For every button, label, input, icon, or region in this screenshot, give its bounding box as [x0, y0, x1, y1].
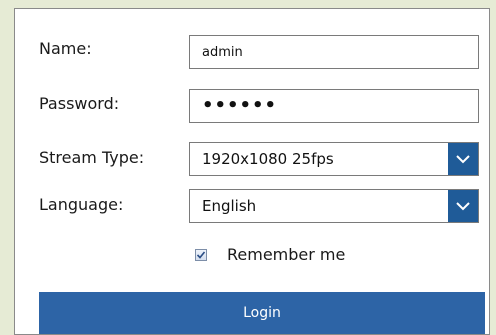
checkmark-icon: [196, 250, 206, 259]
name-label: Name:: [39, 39, 92, 58]
language-value: English: [202, 197, 257, 215]
password-input-value: ••••••: [202, 97, 278, 115]
login-button[interactable]: Login: [39, 292, 485, 334]
chevron-down-icon[interactable]: [448, 190, 478, 222]
chevron-down-icon[interactable]: [448, 143, 478, 175]
name-input-value: admin: [202, 44, 243, 60]
remember-me[interactable]: Remember me: [195, 245, 345, 264]
login-panel: Name: admin Password: •••••• Stream Type…: [14, 8, 490, 335]
password-input[interactable]: ••••••: [189, 89, 479, 123]
language-select[interactable]: English: [189, 189, 479, 223]
password-label: Password:: [39, 94, 120, 113]
stream-type-label: Stream Type:: [39, 148, 145, 167]
remember-me-checkbox[interactable]: [195, 248, 207, 261]
stream-type-value: 1920x1080 25fps: [202, 150, 334, 168]
stream-type-select[interactable]: 1920x1080 25fps: [189, 142, 479, 176]
name-input[interactable]: admin: [189, 35, 479, 69]
remember-me-label: Remember me: [227, 245, 346, 264]
language-label: Language:: [39, 195, 124, 214]
